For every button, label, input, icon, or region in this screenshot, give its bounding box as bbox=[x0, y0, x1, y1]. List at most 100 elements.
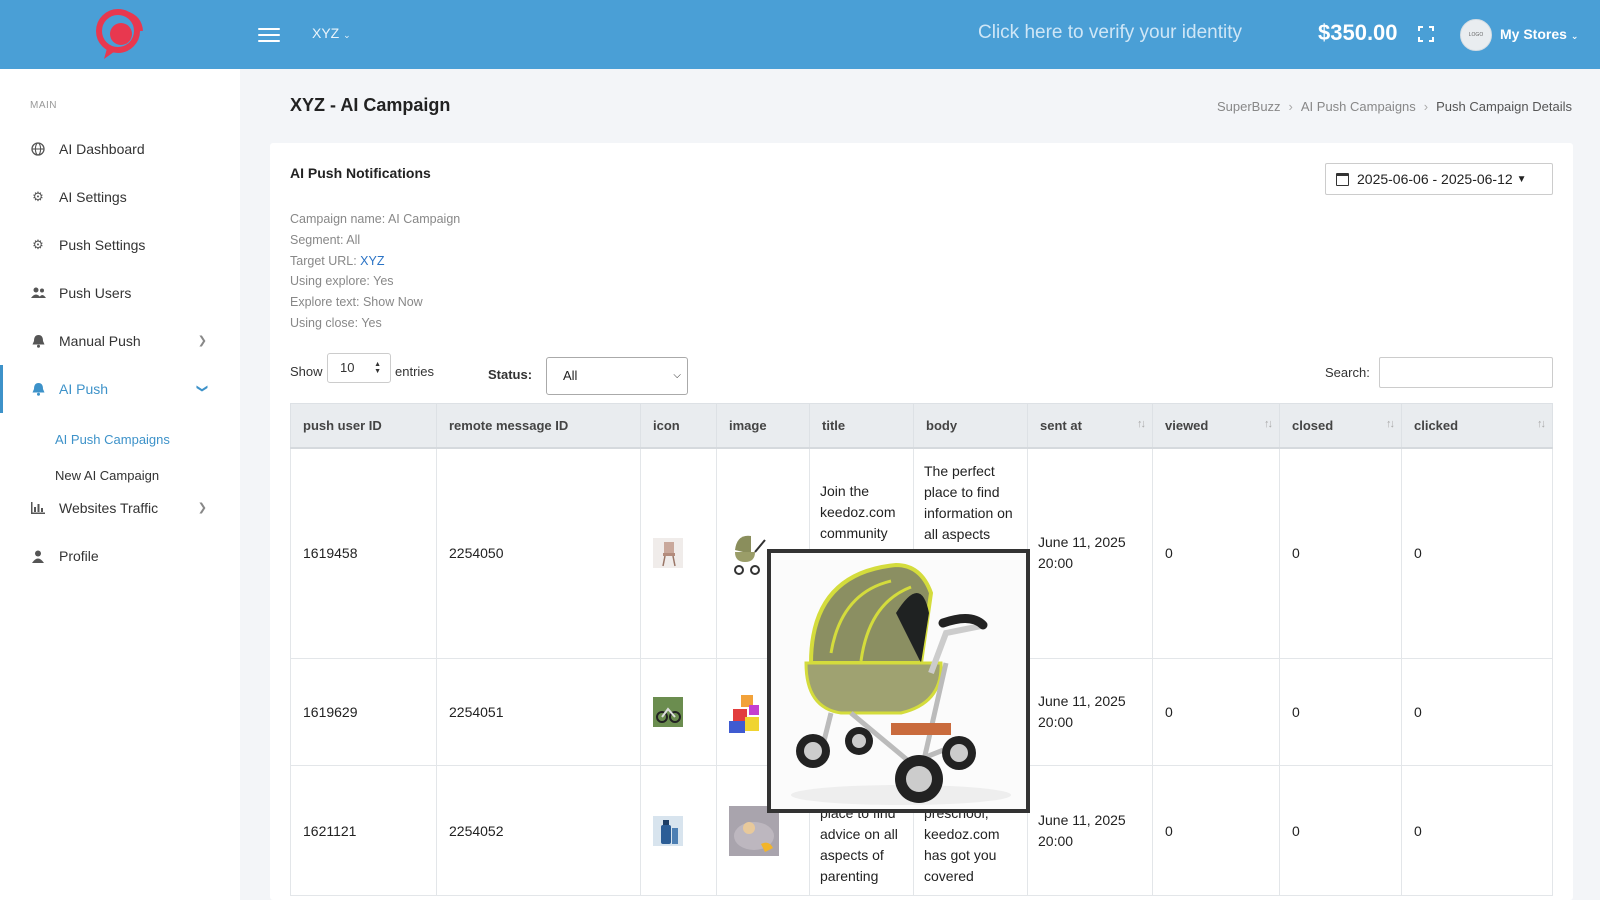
entries-label: entries bbox=[395, 364, 435, 379]
chevron-down-icon: ⌵ bbox=[673, 370, 681, 381]
cell-icon bbox=[640, 765, 717, 896]
sidebar-item-label: Websites Traffic bbox=[59, 500, 159, 516]
calendar-icon bbox=[1336, 172, 1349, 186]
date-range-picker[interactable]: 2025-06-06 - 2025-06-12 ▼ bbox=[1325, 163, 1553, 195]
globe-icon bbox=[30, 141, 46, 157]
sidebar-subitem-ai-push-campaigns[interactable]: AI Push Campaigns bbox=[55, 432, 170, 447]
brand-logo[interactable] bbox=[0, 0, 240, 69]
sidebar-item-ai-push[interactable]: AI Push ❯ bbox=[0, 365, 240, 413]
column-header[interactable]: icon bbox=[640, 403, 717, 449]
fullscreen-icon[interactable] bbox=[1418, 26, 1434, 42]
column-header[interactable]: viewed ↑↓ bbox=[1152, 403, 1280, 449]
sidebar-subitem-new-ai-campaign[interactable]: New AI Campaign bbox=[55, 468, 159, 483]
campaign-segment: Segment: All bbox=[290, 232, 361, 247]
sidebar-item-push-settings[interactable]: ⚙ Push Settings bbox=[0, 221, 240, 269]
column-header-label: viewed bbox=[1165, 417, 1209, 433]
column-header[interactable]: closed ↑↓ bbox=[1279, 403, 1402, 449]
menu-toggle-icon[interactable] bbox=[258, 24, 280, 44]
cell-icon bbox=[640, 447, 717, 659]
sidebar-item-label: Manual Push bbox=[59, 333, 141, 349]
breadcrumb: SuperBuzz › AI Push Campaigns › Push Cam… bbox=[1217, 99, 1572, 114]
cell-clicked: 0 bbox=[1401, 658, 1553, 766]
cell-push-user-id: 1619629 bbox=[290, 658, 437, 766]
superbuzz-logo-icon bbox=[96, 8, 143, 59]
sidebar-item-push-users[interactable]: Push Users bbox=[0, 269, 240, 317]
sidebar: MAIN AI Dashboard ⚙ AI Settings ⚙ Push S… bbox=[0, 69, 240, 900]
verify-identity-link[interactable]: Click here to verify your identity bbox=[978, 22, 1242, 44]
sidebar-item-manual-push[interactable]: Manual Push ❯ bbox=[0, 317, 240, 365]
breadcrumb-item[interactable]: SuperBuzz bbox=[1217, 99, 1281, 114]
my-stores-dropdown[interactable]: My Stores ⌄ bbox=[1500, 26, 1578, 42]
breadcrumb-current: Push Campaign Details bbox=[1436, 99, 1572, 114]
breadcrumb-item[interactable]: AI Push Campaigns bbox=[1301, 99, 1416, 114]
sidebar-item-label: Push Users bbox=[59, 285, 132, 301]
store-dropdown[interactable]: XYZ ⌄ bbox=[312, 25, 351, 41]
table-header-row: push user ID remote message ID icon imag… bbox=[290, 403, 1553, 449]
campaign-explore-text: Explore text: Show Now bbox=[290, 295, 423, 310]
column-header-label: remote message ID bbox=[449, 417, 569, 433]
sidebar-item-label: Profile bbox=[59, 548, 99, 564]
column-header[interactable]: sent at ↑↓ bbox=[1027, 403, 1153, 449]
cell-sent-at: June 11, 2025 20:00 bbox=[1027, 447, 1153, 659]
column-header[interactable]: push user ID bbox=[290, 403, 437, 449]
cell-push-user-id: 1621121 bbox=[290, 765, 437, 896]
column-header-label: icon bbox=[653, 417, 680, 433]
users-icon bbox=[30, 285, 46, 301]
column-header-label: sent at bbox=[1040, 417, 1082, 433]
cell-closed: 0 bbox=[1279, 765, 1402, 896]
search-label: Search: bbox=[1325, 365, 1370, 380]
column-header-label: push user ID bbox=[303, 417, 382, 433]
column-header[interactable]: body bbox=[913, 403, 1028, 449]
bell-icon bbox=[30, 333, 46, 349]
sort-icon: ↑↓ bbox=[1386, 418, 1395, 430]
column-header-label: image bbox=[729, 417, 767, 433]
target-url-link[interactable]: XYZ bbox=[360, 254, 384, 268]
cell-push-user-id: 1619458 bbox=[290, 447, 437, 659]
chevron-right-icon: › bbox=[1288, 99, 1293, 114]
cell-remote-message-id: 2254050 bbox=[436, 447, 641, 659]
chevron-down-icon: ⌄ bbox=[1570, 31, 1579, 41]
user-icon bbox=[30, 548, 46, 564]
entries-select[interactable]: 10 ▲ ▼ bbox=[327, 353, 391, 383]
avatar-text: LOGO bbox=[1468, 32, 1484, 38]
chevron-down-icon: ⌄ bbox=[343, 30, 351, 40]
sidebar-item-ai-settings[interactable]: ⚙ AI Settings bbox=[0, 173, 240, 221]
status-label: Status: bbox=[488, 367, 533, 382]
gear-icon: ⚙ bbox=[32, 189, 44, 204]
sidebar-item-profile[interactable]: Profile bbox=[0, 532, 240, 580]
search-input[interactable] bbox=[1379, 357, 1553, 388]
sidebar-item-websites-traffic[interactable]: Websites Traffic ❯ bbox=[0, 484, 240, 532]
cell-closed: 0 bbox=[1279, 658, 1402, 766]
sort-icon: ↑↓ bbox=[1264, 418, 1273, 430]
column-header[interactable]: remote message ID bbox=[436, 403, 641, 449]
chevron-right-icon: ❯ bbox=[197, 335, 207, 347]
column-header-label: body bbox=[926, 417, 958, 433]
updown-icon: ▲ ▼ bbox=[374, 361, 381, 375]
cell-closed: 0 bbox=[1279, 447, 1402, 659]
column-header[interactable]: title bbox=[809, 403, 914, 449]
column-header-label: title bbox=[822, 417, 846, 433]
column-header[interactable]: clicked ↑↓ bbox=[1401, 403, 1553, 449]
caret-down-icon: ▼ bbox=[1516, 173, 1527, 185]
toy-blocks-thumbnail-icon bbox=[729, 687, 763, 737]
chair-thumbnail-icon bbox=[653, 538, 683, 569]
column-header-label: clicked bbox=[1414, 417, 1459, 433]
sidebar-item-ai-dashboard[interactable]: AI Dashboard bbox=[0, 125, 240, 173]
cell-sent-at: June 11, 2025 20:00 bbox=[1027, 658, 1153, 766]
page-title: XYZ - AI Campaign bbox=[290, 95, 451, 115]
sidebar-item-label: AI Settings bbox=[59, 189, 127, 205]
entries-value: 10 bbox=[340, 360, 355, 375]
avatar[interactable]: LOGO bbox=[1460, 19, 1492, 51]
cell-viewed: 0 bbox=[1152, 447, 1280, 659]
gear-icon: ⚙ bbox=[32, 237, 44, 252]
campaign-target-url: Target URL: XYZ bbox=[290, 251, 460, 272]
image-preview-popup bbox=[767, 549, 1030, 813]
cell-viewed: 0 bbox=[1152, 765, 1280, 896]
bike-thumbnail-icon bbox=[653, 697, 683, 727]
stroller-preview-icon bbox=[771, 553, 1026, 809]
sort-icon: ↑↓ bbox=[1137, 418, 1146, 430]
status-select[interactable]: All ⌵ bbox=[546, 357, 688, 395]
column-header[interactable]: image bbox=[716, 403, 810, 449]
sidebar-item-label: AI Dashboard bbox=[59, 141, 145, 157]
cell-clicked: 0 bbox=[1401, 765, 1553, 896]
